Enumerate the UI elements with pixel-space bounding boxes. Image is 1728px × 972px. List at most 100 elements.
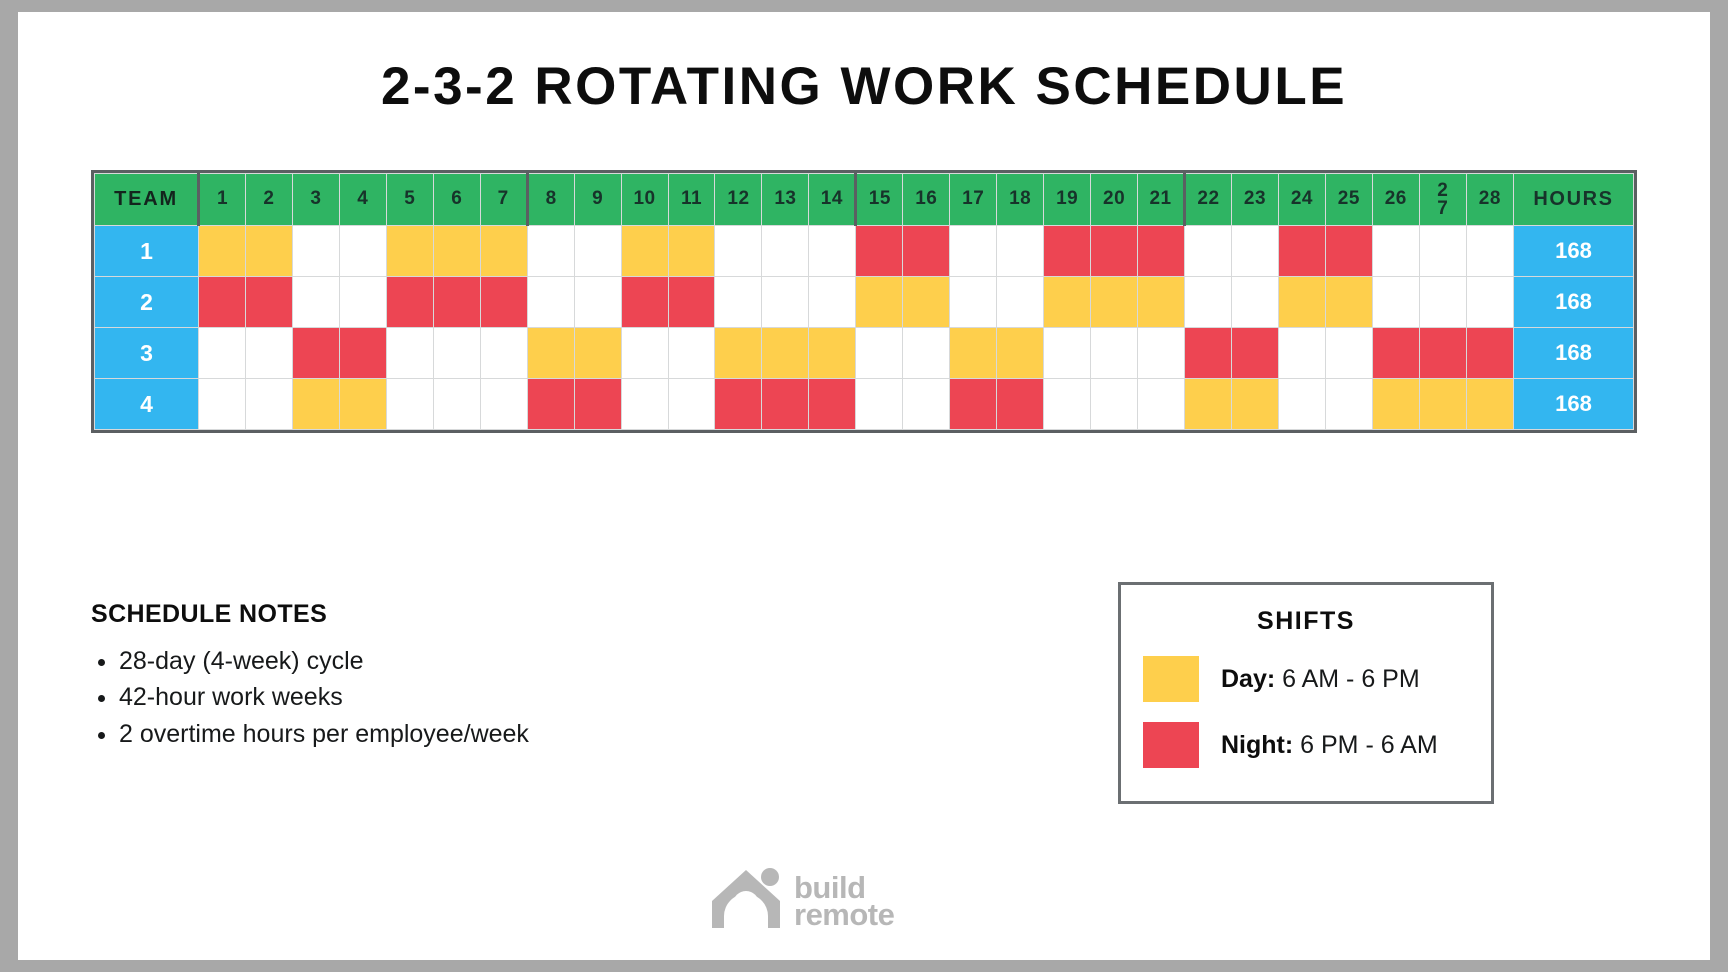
- header-day-9: 9: [573, 173, 622, 226]
- shift-cell-team1-day2-day: [244, 225, 293, 277]
- shift-cell-team2-day27-off: [1418, 276, 1467, 328]
- header-day-26: 26: [1371, 173, 1420, 226]
- shift-cell-team4-day5-off: [385, 378, 434, 430]
- shift-cell-team3-day11-off: [667, 327, 716, 379]
- header-day-12: 12: [714, 173, 763, 226]
- header-day-2: 2: [244, 173, 293, 226]
- shift-cell-team4-day3-day: [291, 378, 340, 430]
- shift-cell-team1-day28-off: [1465, 225, 1515, 277]
- shift-cell-team3-day27-night: [1418, 327, 1467, 379]
- legend-heading: SHIFTS: [1257, 607, 1355, 635]
- header-hours: HOURS: [1513, 173, 1634, 226]
- night-swatch-icon: [1143, 722, 1199, 768]
- poster-canvas: 2-3-2 ROTATING WORK SCHEDULE TEAM 123456…: [18, 12, 1710, 960]
- shift-cell-team1-day25-night: [1324, 225, 1373, 277]
- shift-cell-team1-day1-day: [198, 225, 246, 277]
- shift-cell-team4-day6-off: [432, 378, 481, 430]
- shift-cell-team4-day20-off: [1090, 378, 1139, 430]
- legend-day-text: Day: 6 AM - 6 PM: [1221, 665, 1420, 694]
- table-body: 1 168 2 168 3 168 4 168: [94, 225, 1634, 430]
- header-day-10: 10: [620, 173, 669, 226]
- shift-cell-team1-day21-night: [1137, 225, 1186, 277]
- shift-cell-team2-day1-night: [198, 276, 246, 328]
- notes-list: 28-day (4-week) cycle42-hour work weeks2…: [91, 643, 851, 752]
- shift-cell-team1-day10-day: [620, 225, 669, 277]
- table-header-row: TEAM 1 2 3 4 5 6 7 8 9 10 11 12 13 14 15 16 17 18 19 20 21 22…: [94, 173, 1634, 226]
- header-day-25: 25: [1324, 173, 1373, 226]
- shift-cell-team2-day20-day: [1090, 276, 1139, 328]
- header-day-14: 14: [808, 173, 857, 226]
- shift-cell-team4-day15-off: [855, 378, 904, 430]
- shift-cell-team4-day28-day: [1465, 378, 1515, 430]
- header-day-27-part: 2: [1437, 180, 1449, 202]
- shift-cell-team2-day21-day: [1137, 276, 1186, 328]
- shift-cell-team1-day7-day: [479, 225, 528, 277]
- table-row: 1 168: [94, 225, 1634, 277]
- shift-cell-team4-day25-off: [1324, 378, 1373, 430]
- legend-day-value: 6 AM - 6 PM: [1275, 664, 1420, 693]
- schedule-table: TEAM 1 2 3 4 5 6 7 8 9 10 11 12 13 14 15 16 17 18 19 20 21 22…: [94, 173, 1634, 430]
- hours-value-team2: 168: [1513, 276, 1634, 328]
- shift-cell-team3-day22-night: [1184, 327, 1232, 379]
- shift-cell-team1-day20-night: [1090, 225, 1139, 277]
- shift-cell-team3-day23-night: [1230, 327, 1279, 379]
- shift-cell-team2-day12-off: [714, 276, 763, 328]
- notes-heading: SCHEDULE NOTES: [91, 600, 328, 628]
- shift-cell-team1-day4-off: [338, 225, 387, 277]
- shift-cell-team2-day25-day: [1324, 276, 1373, 328]
- shift-cell-team4-day21-off: [1137, 378, 1186, 430]
- shift-cell-team4-day19-off: [1043, 378, 1092, 430]
- shift-cell-team4-day11-off: [667, 378, 716, 430]
- shift-cell-team3-day6-off: [432, 327, 481, 379]
- shift-cell-team1-day22-off: [1184, 225, 1232, 277]
- header-day-22: 22: [1183, 173, 1232, 226]
- shift-cell-team3-day1-off: [198, 327, 246, 379]
- shift-cell-team4-day12-night: [714, 378, 763, 430]
- shift-cell-team3-day21-off: [1137, 327, 1186, 379]
- shift-cell-team2-day24-day: [1277, 276, 1326, 328]
- team-label-3: 3: [94, 327, 199, 379]
- header-day-8: 8: [525, 173, 575, 226]
- shift-cell-team4-day9-night: [573, 378, 622, 430]
- shift-cell-team3-day20-off: [1090, 327, 1139, 379]
- shift-cell-team3-day26-night: [1371, 327, 1420, 379]
- header-day-24: 24: [1277, 173, 1326, 226]
- shift-cell-team4-day23-day: [1230, 378, 1279, 430]
- shift-cell-team3-day7-off: [479, 327, 528, 379]
- hours-value-team1: 168: [1513, 225, 1634, 277]
- shift-cell-team3-day18-day: [996, 327, 1045, 379]
- shift-cell-team4-day16-off: [902, 378, 951, 430]
- shift-cell-team2-day28-off: [1465, 276, 1515, 328]
- shift-cell-team1-day17-off: [949, 225, 998, 277]
- header-day-16: 16: [902, 173, 951, 226]
- logo-wordmark: build remote: [794, 872, 895, 930]
- shift-cell-team3-day3-night: [291, 327, 340, 379]
- shift-cell-team4-day24-off: [1277, 378, 1326, 430]
- header-day-18: 18: [996, 173, 1045, 226]
- shift-cell-team1-day5-day: [385, 225, 434, 277]
- shift-cell-team1-day3-off: [291, 225, 340, 277]
- shift-cell-team4-day8-night: [526, 378, 575, 430]
- shift-cell-team2-day10-night: [620, 276, 669, 328]
- shift-cell-team3-day10-off: [620, 327, 669, 379]
- shift-cell-team2-day8-off: [526, 276, 575, 328]
- shift-cell-team1-day26-off: [1371, 225, 1420, 277]
- header-day-27-part: 7: [1437, 197, 1449, 219]
- team-label-2: 2: [94, 276, 199, 328]
- header-team: TEAM: [94, 173, 199, 226]
- shift-cell-team3-day24-off: [1277, 327, 1326, 379]
- shift-cell-team1-day24-night: [1277, 225, 1326, 277]
- header-day-17: 17: [949, 173, 998, 226]
- shift-cell-team2-day22-off: [1184, 276, 1232, 328]
- table-row: 4 168: [94, 378, 1634, 430]
- team-label-4: 4: [94, 378, 199, 430]
- shift-cell-team3-day13-day: [761, 327, 810, 379]
- shift-cell-team4-day18-night: [996, 378, 1045, 430]
- buildremote-logo: build remote: [710, 868, 895, 935]
- shift-cell-team1-day23-off: [1230, 225, 1279, 277]
- shift-cell-team2-day11-night: [667, 276, 716, 328]
- shift-cell-team3-day9-day: [573, 327, 622, 379]
- legend-night-label: Night:: [1221, 730, 1294, 759]
- shift-cell-team2-day15-day: [855, 276, 904, 328]
- header-day-3: 3: [291, 173, 340, 226]
